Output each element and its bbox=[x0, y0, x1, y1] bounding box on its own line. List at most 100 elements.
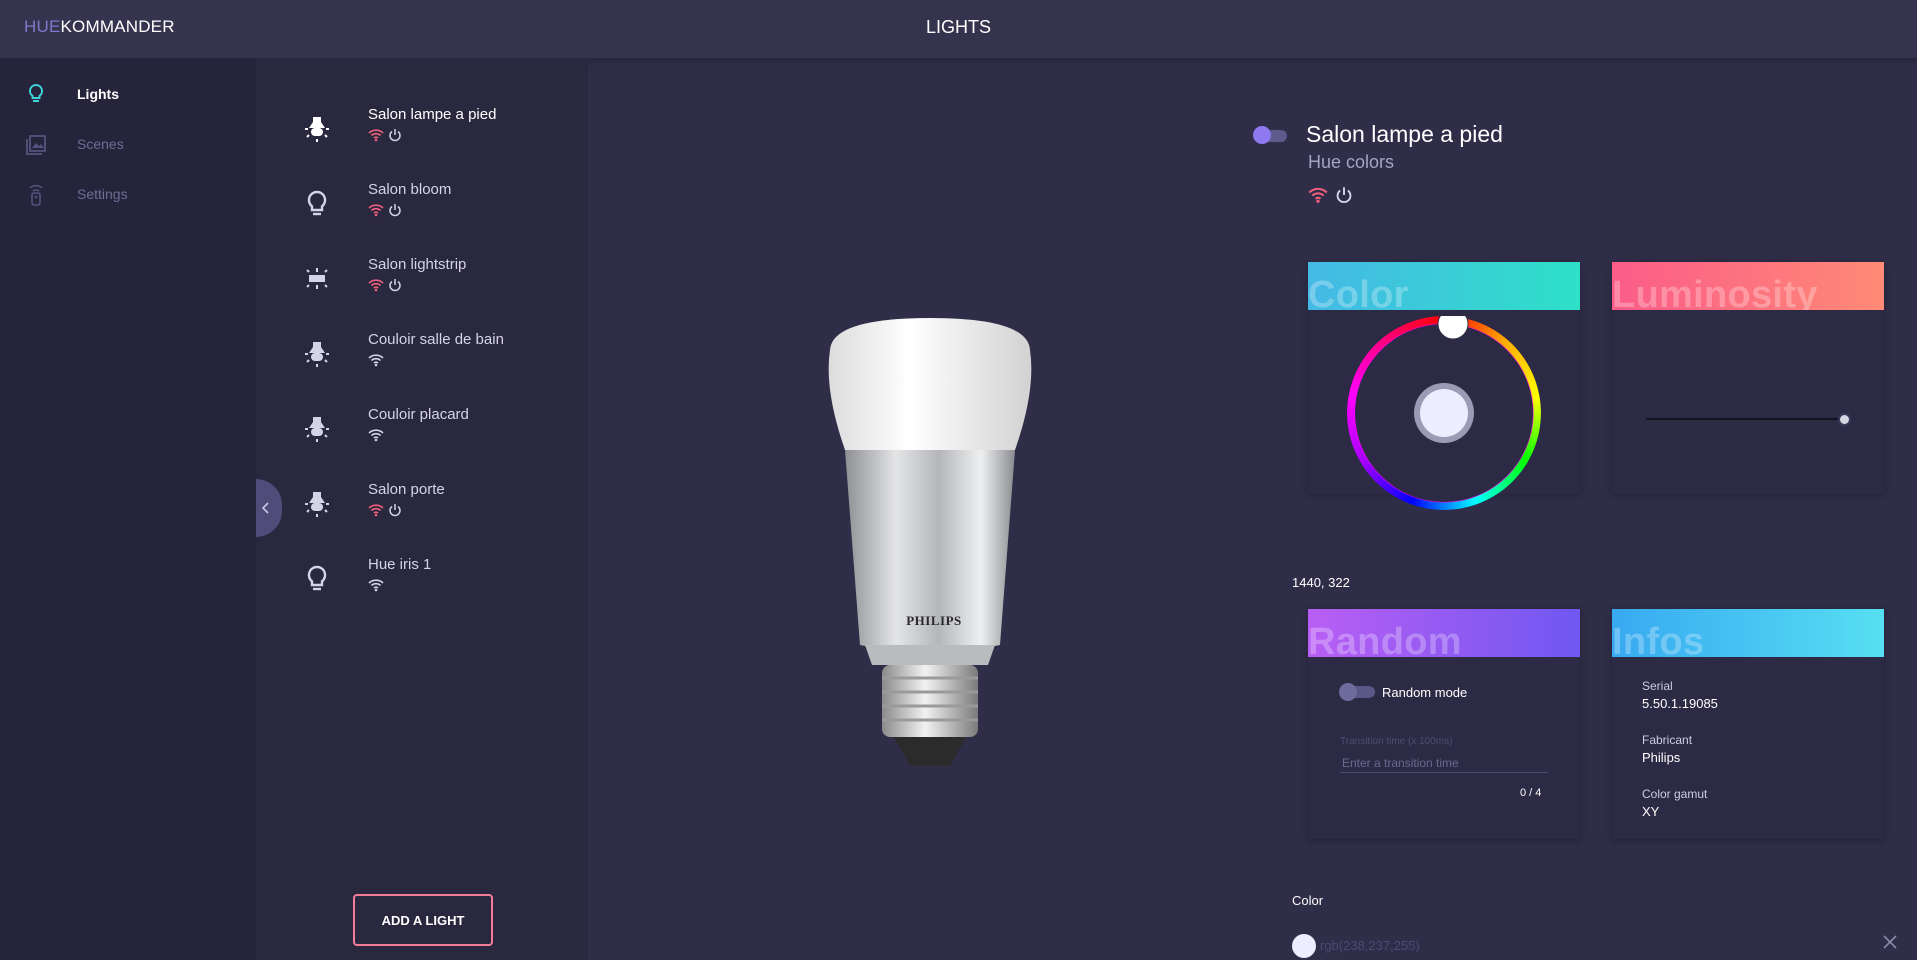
wifi-icon bbox=[368, 204, 384, 217]
light-name: Salon bloom bbox=[368, 181, 452, 198]
spot-bulb-icon bbox=[305, 492, 329, 517]
lightstrip-icon bbox=[306, 268, 328, 289]
card-header: Luminosity bbox=[1612, 262, 1884, 310]
character-counter: 0 / 4 bbox=[1520, 787, 1542, 799]
light-item-hue-iris-1[interactable]: Hue iris 1 bbox=[256, 546, 588, 621]
sidebar-item-label: Settings bbox=[77, 186, 128, 202]
light-item-couloir-placard[interactable]: Couloir placard bbox=[256, 396, 588, 471]
color-swatch[interactable] bbox=[1292, 934, 1316, 958]
color-wheel[interactable] bbox=[1347, 308, 1541, 510]
light-detail-status bbox=[1308, 186, 1353, 204]
info-value: 5.50.1.19085 bbox=[1642, 696, 1718, 711]
wifi-icon bbox=[368, 579, 384, 592]
lights-list: Salon lampe a pied Salon bloom Salon lig… bbox=[256, 58, 588, 960]
wifi-icon bbox=[368, 429, 384, 442]
info-label: Fabricant bbox=[1642, 733, 1693, 747]
info-color-gamut: Color gamut XY bbox=[1642, 787, 1707, 819]
top-bar: HUEKOMMANDER LIGHTS bbox=[0, 0, 1917, 58]
spot-bulb-icon bbox=[305, 342, 329, 367]
light-detail-type: Hue colors bbox=[1308, 152, 1395, 172]
sidebar-item-scenes[interactable]: Scenes bbox=[0, 120, 256, 170]
wifi-icon bbox=[1308, 188, 1328, 203]
wifi-icon bbox=[368, 504, 384, 517]
bulb-outline-icon bbox=[307, 190, 327, 216]
screw-base bbox=[882, 665, 978, 737]
light-status bbox=[368, 353, 384, 369]
wifi-icon bbox=[368, 279, 384, 292]
card-title: Luminosity bbox=[1612, 274, 1818, 310]
transition-time-label: Transition time (x 100ms) bbox=[1340, 736, 1453, 747]
card-title: Random bbox=[1308, 621, 1462, 657]
close-icon[interactable] bbox=[1881, 933, 1899, 951]
random-mode-toggle[interactable] bbox=[1339, 683, 1375, 701]
color-value: rgb(238,237,255) bbox=[1320, 938, 1420, 953]
light-status bbox=[368, 428, 384, 444]
color-section-label: Color bbox=[1292, 893, 1324, 908]
info-label: Color gamut bbox=[1642, 787, 1708, 801]
color-wheel-ring bbox=[1347, 308, 1541, 510]
light-status bbox=[368, 578, 384, 594]
slider-knob[interactable] bbox=[1838, 413, 1852, 426]
light-name: Couloir placard bbox=[368, 406, 469, 423]
light-item-salon-lampe-a-pied[interactable]: Salon lampe a pied bbox=[256, 96, 588, 171]
image-icon bbox=[26, 135, 46, 155]
spot-bulb-icon bbox=[305, 117, 329, 142]
card-title: Infos bbox=[1612, 621, 1705, 657]
light-power-toggle[interactable] bbox=[1253, 126, 1289, 144]
light-item-salon-lightstrip[interactable]: Salon lightstrip bbox=[256, 246, 588, 321]
info-value: XY bbox=[1642, 804, 1660, 819]
sidebar-item-settings[interactable]: Settings bbox=[0, 170, 256, 220]
random-card: Random Random mode Transition time (x 10… bbox=[1308, 609, 1580, 839]
info-serial: Serial 5.50.1.19085 bbox=[1642, 679, 1718, 711]
light-item-salon-bloom[interactable]: Salon bloom bbox=[256, 171, 588, 246]
wifi-icon bbox=[368, 354, 384, 367]
transition-time-input[interactable] bbox=[1340, 753, 1548, 773]
infos-card: Infos Serial 5.50.1.19085 Fabricant Phil… bbox=[1612, 609, 1884, 839]
card-title: Color bbox=[1308, 274, 1409, 310]
light-name: Couloir salle de bain bbox=[368, 331, 504, 348]
light-status bbox=[368, 278, 402, 294]
sidebar-item-label: Scenes bbox=[77, 136, 124, 152]
light-name: Salon lightstrip bbox=[368, 256, 467, 273]
remote-icon bbox=[29, 184, 43, 206]
power-icon bbox=[389, 204, 401, 217]
light-item-salon-porte[interactable]: Salon porte bbox=[256, 471, 588, 546]
bulb-image: PHILIPS bbox=[828, 318, 1032, 766]
card-header: Random bbox=[1308, 609, 1580, 657]
power-icon bbox=[1336, 187, 1352, 204]
toggle-thumb bbox=[1253, 126, 1271, 144]
power-icon bbox=[389, 504, 401, 517]
random-mode-label: Random mode bbox=[1382, 685, 1468, 700]
sidebar: Lights Scenes Settings bbox=[0, 58, 256, 960]
bulb-icon bbox=[28, 83, 44, 102]
wifi-icon bbox=[368, 129, 384, 142]
spot-bulb-icon bbox=[305, 417, 329, 442]
sidebar-item-lights[interactable]: Lights bbox=[0, 70, 256, 120]
toggle-thumb bbox=[1339, 683, 1357, 701]
add-light-button[interactable]: ADD A LIGHT bbox=[353, 894, 493, 946]
color-coordinates: 1440, 322 bbox=[1292, 575, 1350, 590]
info-value: Philips bbox=[1642, 750, 1681, 765]
light-status bbox=[368, 128, 402, 144]
light-status bbox=[368, 203, 402, 219]
light-name: Salon porte bbox=[368, 481, 445, 498]
chevron-left-icon bbox=[261, 502, 269, 514]
bulb-outline-icon bbox=[307, 565, 327, 591]
card-header: Infos bbox=[1612, 609, 1884, 657]
color-card: Color bbox=[1308, 262, 1580, 510]
power-icon bbox=[389, 129, 401, 142]
light-name: Salon lampe a pied bbox=[368, 106, 497, 123]
luminosity-slider[interactable] bbox=[1646, 412, 1852, 426]
luminosity-card: Luminosity bbox=[1612, 262, 1884, 494]
slider-rail bbox=[1646, 418, 1844, 420]
card-header: Color bbox=[1308, 262, 1580, 310]
sidebar-item-label: Lights bbox=[77, 86, 119, 102]
light-detail-name: Salon lampe a pied bbox=[1306, 121, 1503, 147]
bulb-brand-label: PHILIPS bbox=[906, 613, 962, 628]
light-name: Hue iris 1 bbox=[368, 556, 432, 573]
info-manufacturer: Fabricant Philips bbox=[1642, 733, 1692, 765]
light-status bbox=[368, 503, 402, 519]
light-item-couloir-salle-de-bain[interactable]: Couloir salle de bain bbox=[256, 321, 588, 396]
info-label: Serial bbox=[1642, 679, 1673, 693]
power-icon bbox=[389, 279, 401, 292]
